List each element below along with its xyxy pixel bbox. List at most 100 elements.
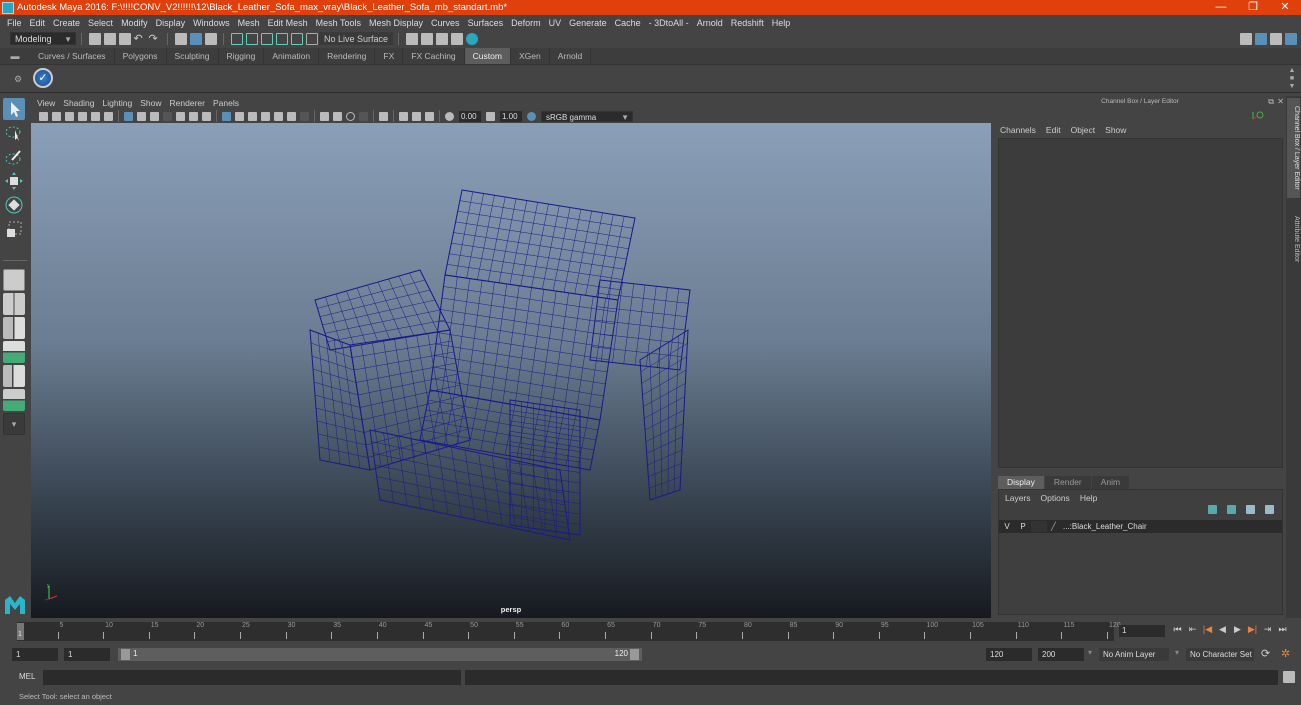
camera-select-icon[interactable] xyxy=(39,111,48,121)
menu-arnold[interactable]: Arnold xyxy=(697,18,723,28)
image-plane-icon[interactable] xyxy=(78,111,87,121)
safe-title-icon[interactable] xyxy=(202,111,211,121)
menu-edit-mesh[interactable]: Edit Mesh xyxy=(268,18,308,28)
backface-culling-icon[interactable] xyxy=(425,111,434,121)
grid-toggle-icon[interactable] xyxy=(124,111,133,121)
go-to-start-icon[interactable]: ⏮ xyxy=(1170,624,1185,635)
bookmark-icon[interactable] xyxy=(65,111,74,121)
rotate-tool-icon[interactable] xyxy=(3,194,25,216)
shelf-tab-rigging[interactable]: Rigging xyxy=(219,48,265,64)
chevron-down-icon[interactable]: ▾ xyxy=(1175,648,1179,657)
single-perspective-layout-icon[interactable] xyxy=(3,269,25,291)
layer-tab-anim[interactable]: Anim xyxy=(1091,476,1130,489)
live-surface-field[interactable]: No Live Surface xyxy=(319,32,394,45)
time-ruler[interactable]: 1 5 10 15 20 25 30 35 40 45 50 55 60 65 70 75 80 85 90 95 1… xyxy=(17,622,1121,641)
layer-type-toggle[interactable] xyxy=(1031,521,1047,532)
character-set-dropdown[interactable]: No Character Set xyxy=(1186,648,1254,661)
menu-create[interactable]: Create xyxy=(53,18,80,28)
shelf-tab-animation[interactable]: Animation xyxy=(264,48,320,64)
scale-tool-icon[interactable] xyxy=(3,218,25,240)
shelf-settings-icon[interactable]: ⚙ xyxy=(14,74,22,85)
play-forward-icon[interactable]: ▶ xyxy=(1230,624,1245,635)
side-by-side-layout-icon[interactable] xyxy=(3,317,25,339)
snap-curve-icon[interactable] xyxy=(245,32,258,45)
menu-mesh-display[interactable]: Mesh Display xyxy=(369,18,423,28)
channel-box-menu-channels[interactable]: Channels xyxy=(1000,125,1036,135)
range-start-handle[interactable] xyxy=(121,649,130,660)
render-settings-icon[interactable] xyxy=(450,32,463,45)
persp-outliner-layout-icon[interactable] xyxy=(3,365,25,387)
channel-box-menu-show[interactable]: Show xyxy=(1105,125,1126,135)
select-component-icon[interactable] xyxy=(204,32,217,45)
shelf-tab-polygons[interactable]: Polygons xyxy=(115,48,167,64)
snap-point-icon[interactable] xyxy=(260,32,273,45)
layer-playback-toggle[interactable]: P xyxy=(1015,522,1031,531)
3d-scene-view[interactable]: y persp xyxy=(31,123,991,618)
current-frame-field[interactable]: 1 xyxy=(1119,625,1165,637)
viewport-menu-lighting[interactable]: Lighting xyxy=(102,98,135,108)
shelf-tab-rendering[interactable]: Rendering xyxy=(319,48,376,64)
menu-deform[interactable]: Deform xyxy=(511,18,541,28)
chevron-down-icon[interactable]: ▾ xyxy=(1088,648,1092,657)
gate-mask-icon[interactable] xyxy=(163,111,172,121)
viewport-menu-view[interactable]: View xyxy=(37,98,58,108)
depth-of-field-icon[interactable] xyxy=(346,111,355,121)
textured-icon[interactable] xyxy=(261,111,270,121)
new-scene-icon[interactable] xyxy=(88,32,101,45)
layer-tab-display[interactable]: Display xyxy=(998,476,1044,489)
resolution-gate-icon[interactable] xyxy=(150,111,159,121)
viewport-menu-renderer[interactable]: Renderer xyxy=(170,98,208,108)
layer-name[interactable]: ...:Black_Leather_Chair xyxy=(1063,522,1147,531)
xray-active-components-icon[interactable] xyxy=(412,111,421,121)
shelf-tab-curves-surfaces[interactable]: Curves / Surfaces xyxy=(30,48,115,64)
layer-color-swatch-icon[interactable]: ╱ xyxy=(1051,522,1063,531)
new-layer-selected-icon[interactable] xyxy=(1265,505,1274,514)
smooth-shade-icon[interactable] xyxy=(235,111,244,121)
shelf-scroll-icon[interactable]: ▲ ■ ▼ xyxy=(1287,67,1297,91)
open-scene-icon[interactable] xyxy=(103,32,116,45)
shelf-tab-fx[interactable]: FX xyxy=(375,48,404,64)
snap-live-icon[interactable] xyxy=(290,32,303,45)
shelf-menu-icon[interactable]: ▬ xyxy=(0,48,30,64)
four-view-layout-icon[interactable] xyxy=(3,293,25,315)
2d-pan-zoom-icon[interactable] xyxy=(91,111,100,121)
layer-tab-render[interactable]: Render xyxy=(1044,476,1091,489)
anim-layer-dropdown[interactable]: No Anim Layer xyxy=(1099,648,1169,661)
menu-mesh[interactable]: Mesh xyxy=(238,18,260,28)
menu-select[interactable]: Select xyxy=(88,18,113,28)
menu-curves[interactable]: Curves xyxy=(431,18,460,28)
layer-menu-options[interactable]: Options xyxy=(1041,493,1070,503)
step-forward-frame-icon[interactable]: ▶| xyxy=(1245,624,1260,635)
chair-wireframe-mesh[interactable] xyxy=(31,123,991,618)
menu-display[interactable]: Display xyxy=(156,18,186,28)
float-panel-icon[interactable]: ⧉ xyxy=(1268,96,1274,108)
viewport-menu-shading[interactable]: Shading xyxy=(63,98,97,108)
xray-joints-icon[interactable] xyxy=(399,111,408,121)
minimize-button[interactable]: — xyxy=(1205,0,1237,15)
view-transform-dropdown[interactable]: sRGB gamma ▼ xyxy=(541,110,633,122)
layer-visibility-toggle[interactable]: V xyxy=(999,522,1015,531)
auto-key-icon[interactable]: ⟳ xyxy=(1261,647,1270,660)
script-editor-icon[interactable] xyxy=(1283,671,1295,683)
shelf-tab-custom[interactable]: Custom xyxy=(464,48,511,64)
ambient-occlusion-icon[interactable] xyxy=(300,111,309,121)
menu-file[interactable]: File xyxy=(7,18,22,28)
layer-menu-layers[interactable]: Layers xyxy=(1005,493,1031,503)
mode-selector[interactable]: Modeling ▼ xyxy=(10,32,76,45)
step-back-frame-icon[interactable]: |◀ xyxy=(1200,624,1215,635)
shelf-tab-sculpting[interactable]: Sculpting xyxy=(167,48,219,64)
safe-action-icon[interactable] xyxy=(189,111,198,121)
attribute-editor-toggle-icon[interactable] xyxy=(1270,32,1282,45)
move-tool-icon[interactable] xyxy=(3,170,25,192)
field-chart-icon[interactable] xyxy=(176,111,185,121)
modeling-toolkit-icon[interactable] xyxy=(1240,32,1252,45)
all-lights-icon[interactable] xyxy=(274,111,283,121)
layer-menu-help[interactable]: Help xyxy=(1080,493,1097,503)
range-slider[interactable]: 1 120 xyxy=(118,648,642,661)
menu-generate[interactable]: Generate xyxy=(569,18,607,28)
go-to-end-icon[interactable]: ⏭ xyxy=(1275,624,1290,635)
shadows-icon[interactable] xyxy=(287,111,296,121)
default-material-icon[interactable] xyxy=(248,111,257,121)
magnet-icon[interactable] xyxy=(305,32,318,45)
viewport-menu-panels[interactable]: Panels xyxy=(213,98,242,108)
